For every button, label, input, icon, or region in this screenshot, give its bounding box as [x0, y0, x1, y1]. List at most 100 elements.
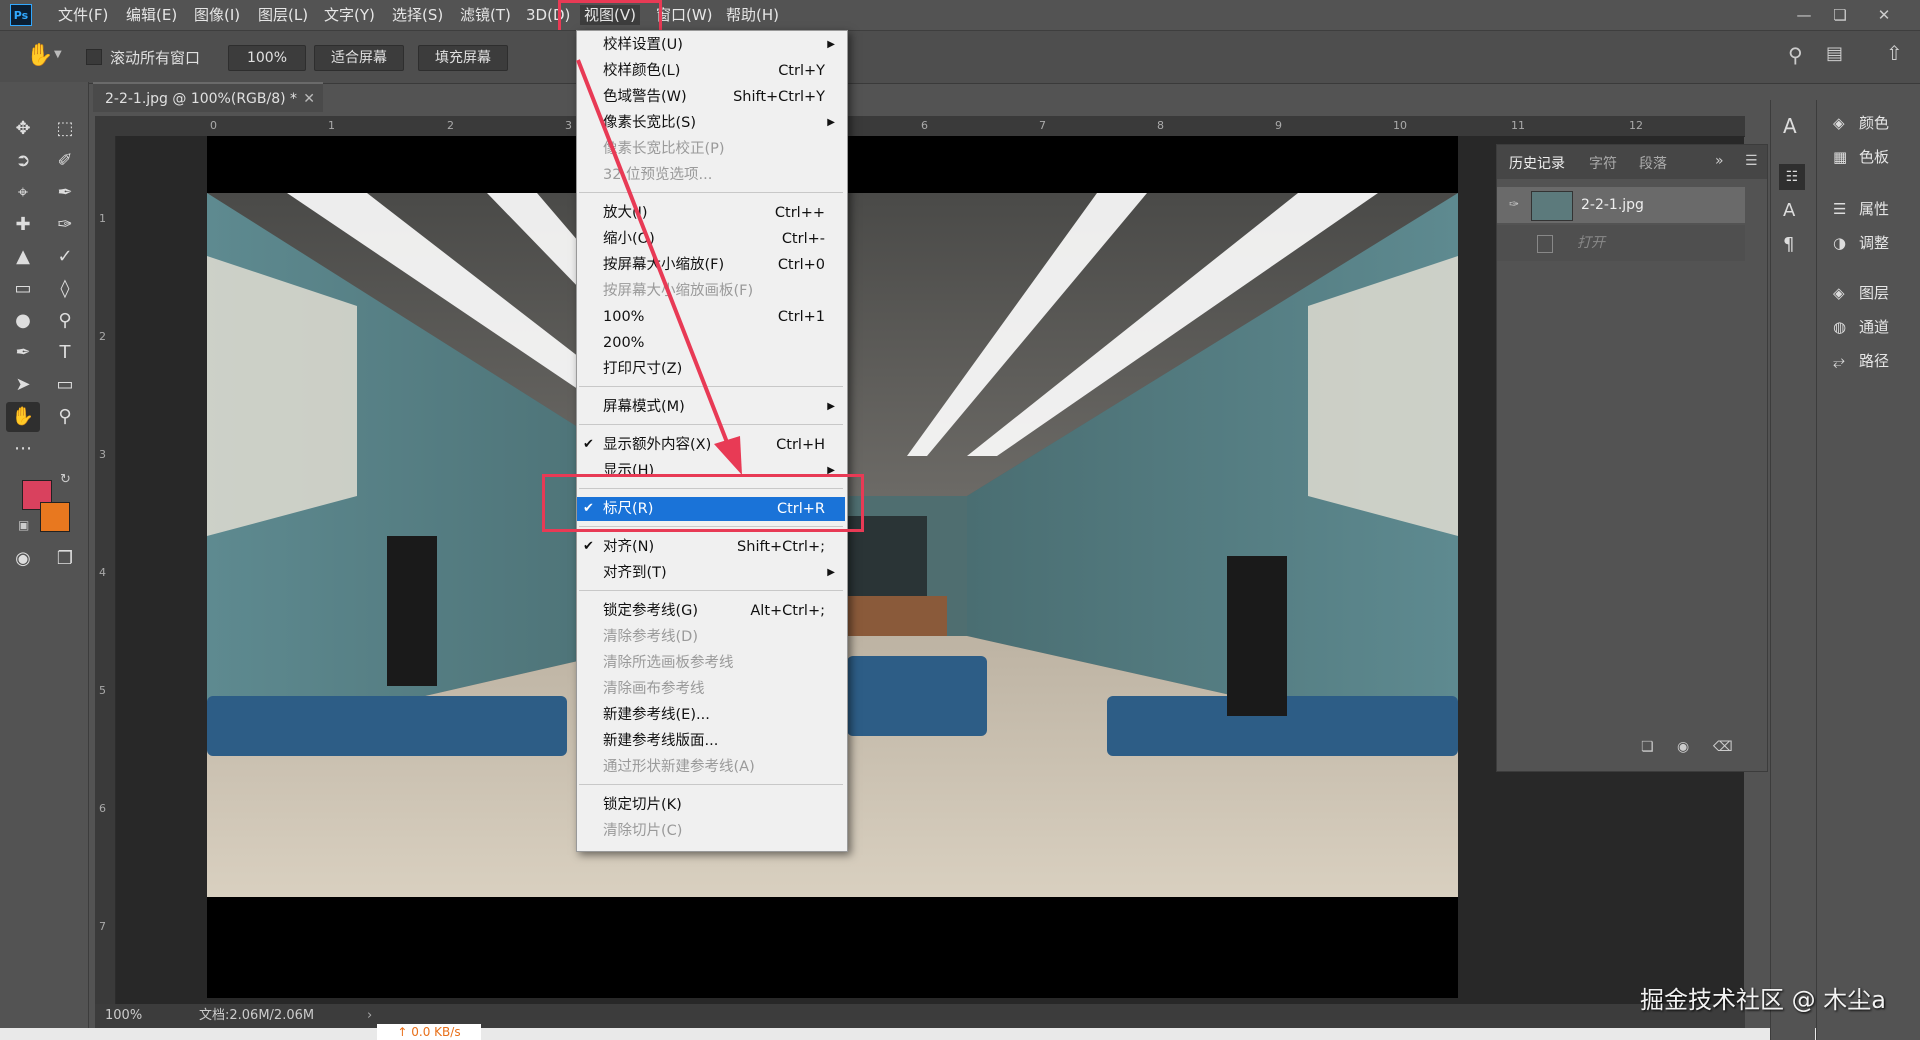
menuitem-shortcut: Ctrl+Y	[778, 63, 825, 79]
menu-file[interactable]: 文件(F)	[54, 5, 112, 25]
menu-edit[interactable]: 编辑(E)	[122, 5, 181, 25]
marquee-tool-icon[interactable]: ⬚	[48, 114, 82, 144]
panel-paths[interactable]: ⥂ 路径	[1817, 344, 1920, 378]
menuitem-clear-slices[interactable]: 清除切片(C)	[577, 819, 845, 843]
menuitem-snap-to[interactable]: 对齐到(T) ▶	[577, 561, 845, 585]
menuitem-clear-guides[interactable]: 清除参考线(D)	[577, 625, 845, 649]
menuitem-label: 新建参考线版面...	[603, 733, 719, 749]
menuitem-snap[interactable]: ✔ 对齐(N) Shift+Ctrl+;	[577, 535, 845, 559]
ruler-tick: 7	[99, 920, 106, 933]
tab-character[interactable]: 字符	[1589, 153, 1617, 173]
ruler-tick: 1	[99, 212, 106, 225]
tab-paragraph[interactable]: 段落	[1639, 153, 1667, 173]
menu-help[interactable]: 帮助(H)	[722, 5, 783, 25]
zoom-100-button[interactable]: 100%	[228, 45, 306, 71]
history-brush-icon[interactable]: ✓	[48, 242, 82, 272]
paint-bucket-icon[interactable]: ◊	[48, 274, 82, 304]
menu-type[interactable]: 文字(Y)	[320, 5, 379, 25]
brush-tool-icon[interactable]: ✑	[48, 210, 82, 240]
camera-icon[interactable]: ◉	[1677, 739, 1689, 755]
ruler-tick: 12	[1629, 119, 1643, 132]
chevron-down-icon[interactable]: ▼	[54, 49, 62, 60]
menuitem-shortcut: Ctrl+H	[776, 437, 825, 453]
close-icon[interactable]: ✕	[1866, 2, 1902, 28]
hand-tool-icon[interactable]: ✋	[6, 402, 40, 432]
crop-tool-icon[interactable]: ⌖	[6, 178, 40, 208]
quick-mask-icon[interactable]: ◉	[6, 544, 40, 574]
panel-channels[interactable]: ◍ 通道	[1817, 310, 1920, 344]
type-tool-icon[interactable]: T	[48, 338, 82, 368]
move-tool-icon[interactable]: ✥	[6, 114, 40, 144]
submenu-arrow-icon: ▶	[827, 567, 835, 578]
quick-select-tool-icon[interactable]: ✐	[48, 146, 82, 176]
more-tools-icon[interactable]: ⋯	[6, 434, 40, 464]
menuitem-lock-slices[interactable]: 锁定切片(K)	[577, 793, 845, 817]
collapsed-panels: ◈ 颜色 ▦ 色板 ☰ 属性 ◑ 调整 ◈ 图层 ◍ 通道 ⥂ 路径	[1816, 100, 1920, 1040]
background-color-swatch[interactable]	[40, 502, 70, 532]
menu-select[interactable]: 选择(S)	[388, 5, 447, 25]
menuitem-new-guide-layout[interactable]: 新建参考线版面...	[577, 729, 845, 753]
history-step-row[interactable]: 打开	[1497, 225, 1745, 261]
panel-paths-label: 路径	[1859, 352, 1890, 370]
fill-screen-button[interactable]: 填充屏幕	[418, 45, 508, 71]
status-zoom[interactable]: 100%	[105, 1004, 142, 1028]
menuitem-label: 清除所选画板参考线	[603, 655, 734, 671]
document-tab[interactable]: 2-2-1.jpg @ 100%(RGB/8) * ✕	[93, 82, 323, 112]
glyphs-icon[interactable]: A	[1783, 114, 1797, 138]
expand-panel-icon[interactable]: »	[1715, 153, 1724, 169]
healing-brush-icon[interactable]: ✚	[6, 210, 40, 240]
history-icon[interactable]: ☷	[1779, 164, 1805, 190]
menuitem-shortcut: Ctrl+-	[781, 231, 825, 247]
status-doc-size[interactable]: 文档:2.06M/2.06M	[199, 1004, 314, 1028]
rectangle-tool-icon[interactable]: ▭	[48, 370, 82, 400]
dodge-tool-icon[interactable]: ⚲	[48, 306, 82, 336]
menuitem-clear-canvas-guides[interactable]: 清除画布参考线	[577, 677, 845, 701]
tab-history[interactable]: 历史记录	[1509, 153, 1565, 173]
menuitem-clear-artboard-guides[interactable]: 清除所选画板参考线	[577, 651, 845, 675]
panel-adjustments[interactable]: ◑ 调整	[1817, 226, 1920, 260]
panel-properties[interactable]: ☰ 属性	[1817, 192, 1920, 226]
eyedropper-tool-icon[interactable]: ✒	[48, 178, 82, 208]
blur-tool-icon[interactable]: ●	[6, 306, 40, 336]
restore-icon[interactable]: ❏	[1822, 2, 1858, 28]
pen-tool-icon[interactable]: ✒	[6, 338, 40, 368]
photoshop-logo: Ps	[10, 4, 32, 26]
hand-tool-icon[interactable]: ✋	[26, 43, 53, 68]
history-snapshot-row[interactable]: ✑ 2-2-1.jpg	[1497, 187, 1745, 223]
horizontal-ruler[interactable]: 0 1 2 3 4 6 7 8 9 10 11 12	[95, 116, 1745, 137]
minimize-icon[interactable]: —	[1786, 2, 1822, 28]
swap-colors-icon[interactable]: ↻	[60, 472, 71, 487]
menu-layer[interactable]: 图层(L)	[254, 5, 312, 25]
new-document-from-state-icon[interactable]: ❏	[1641, 739, 1654, 755]
panel-color[interactable]: ◈ 颜色	[1817, 106, 1920, 140]
menu-filter[interactable]: 滤镜(T)	[456, 5, 515, 25]
panel-menu-icon[interactable]: ☰	[1745, 153, 1758, 169]
menuitem-new-guide[interactable]: 新建参考线(E)...	[577, 703, 845, 727]
panel-swatches[interactable]: ▦ 色板	[1817, 140, 1920, 174]
character-icon[interactable]: A	[1783, 200, 1795, 221]
panel-layers[interactable]: ◈ 图层	[1817, 276, 1920, 310]
lasso-tool-icon[interactable]: ➲	[6, 146, 40, 176]
search-icon[interactable]: ⚲	[1788, 43, 1803, 67]
zoom-tool-icon[interactable]: ⚲	[48, 402, 82, 432]
fit-screen-button[interactable]: 适合屏幕	[314, 45, 404, 71]
vertical-ruler[interactable]: 1 2 3 4 5 6 7	[95, 136, 116, 1004]
default-colors-icon[interactable]: ▣	[18, 518, 29, 532]
clone-stamp-icon[interactable]: ▲	[6, 242, 40, 272]
menuitem-guides-from-shape[interactable]: 通过形状新建参考线(A)	[577, 755, 845, 779]
scroll-all-checkbox[interactable]	[86, 49, 102, 65]
paragraph-icon[interactable]: ¶	[1783, 234, 1794, 255]
menuitem-lock-guides[interactable]: 锁定参考线(G) Alt+Ctrl+;	[577, 599, 845, 623]
path-select-icon[interactable]: ➤	[6, 370, 40, 400]
menuitem-label: 锁定参考线(G)	[603, 603, 699, 619]
eraser-tool-icon[interactable]: ▭	[6, 274, 40, 304]
status-arrow-icon[interactable]: ›	[367, 1004, 372, 1028]
share-icon[interactable]: ⇧	[1886, 41, 1903, 65]
menu-image[interactable]: 图像(I)	[190, 5, 244, 25]
close-tab-icon[interactable]: ✕	[303, 84, 315, 114]
screen-mode-icon[interactable]: ❐	[48, 544, 82, 574]
trash-icon[interactable]: ⌫	[1713, 739, 1733, 755]
workspace-icon[interactable]: ▤	[1826, 43, 1843, 64]
history-brush-source-icon[interactable]: ✑	[1509, 197, 1523, 211]
annotation-arrow	[576, 59, 742, 475]
